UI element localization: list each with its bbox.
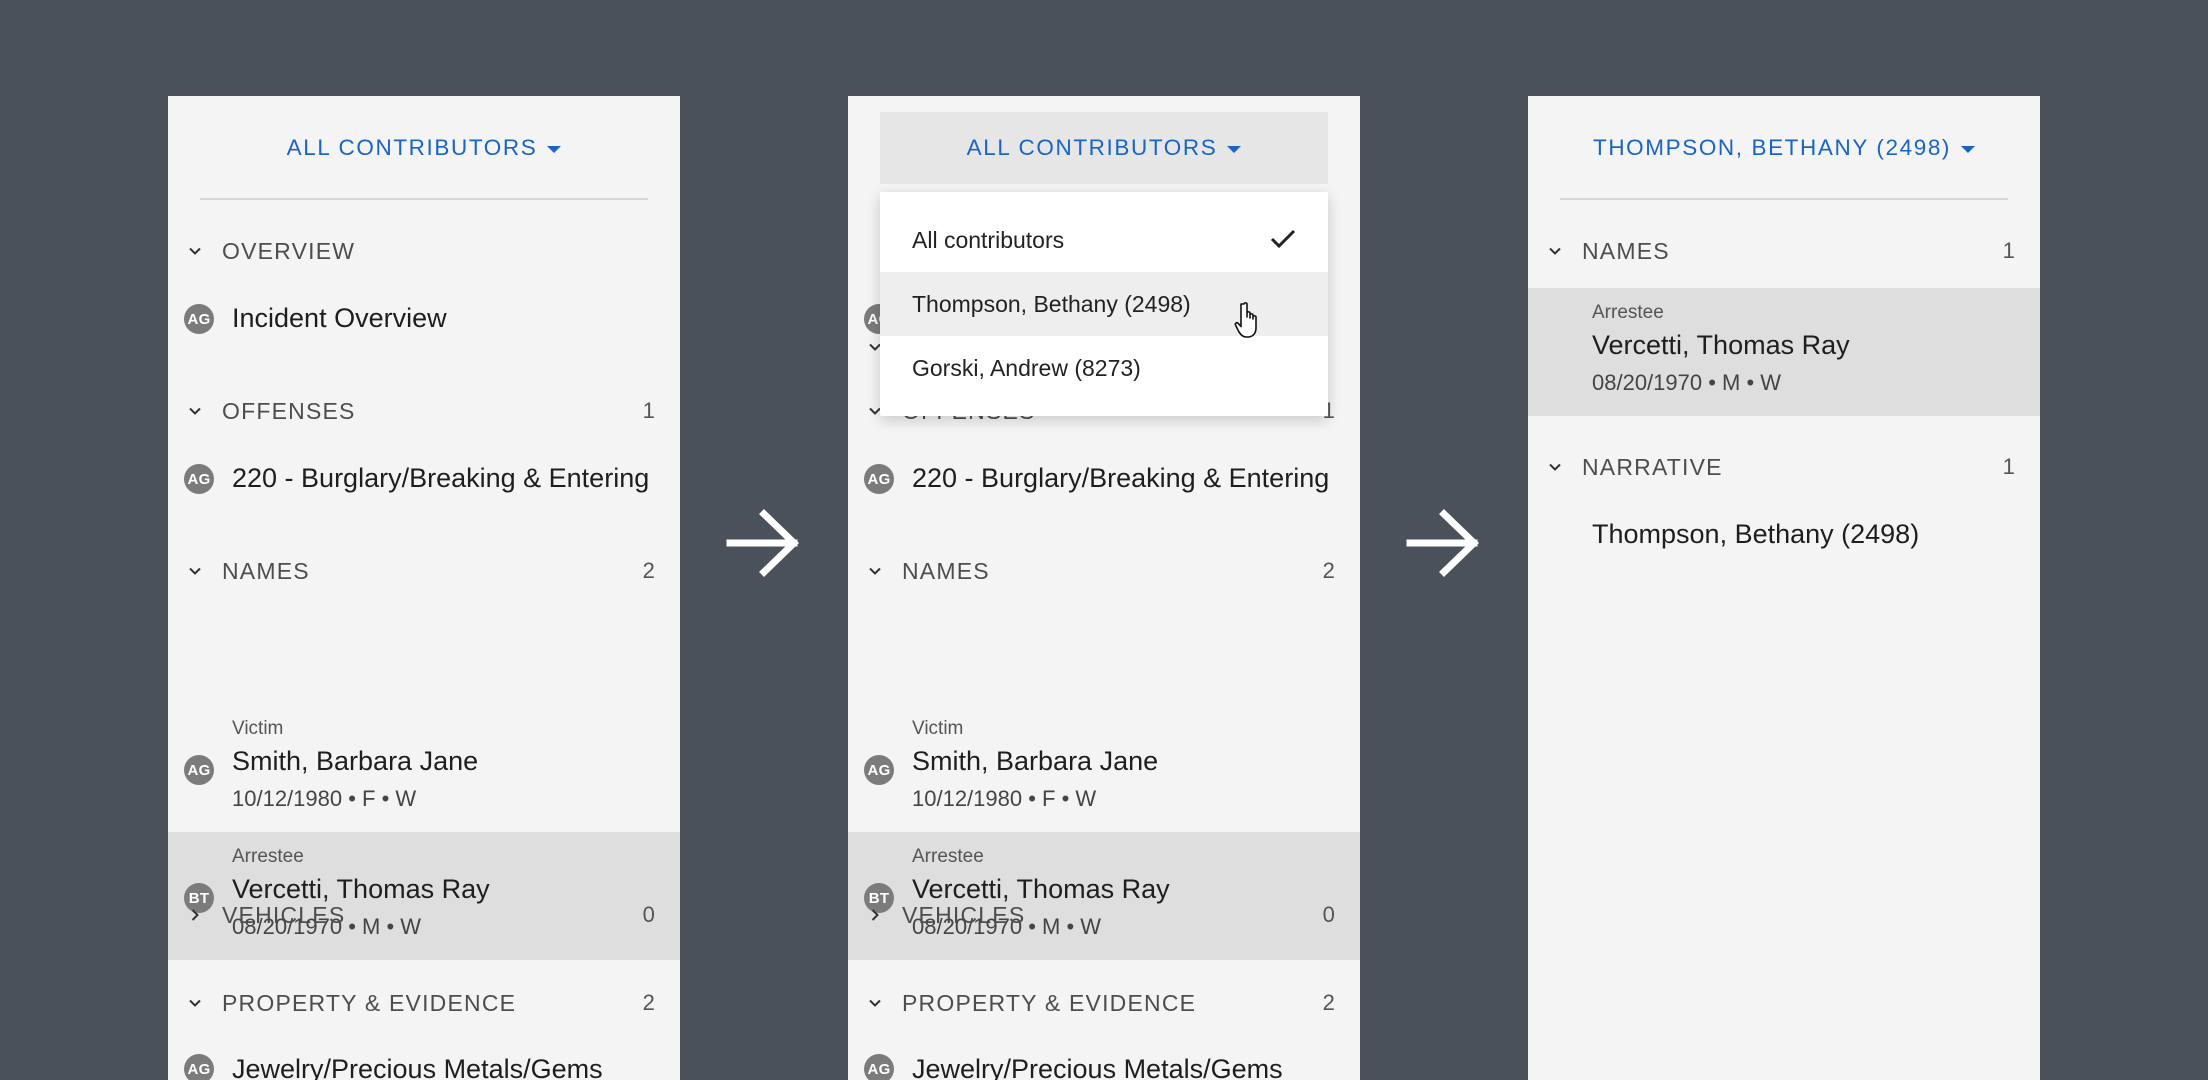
divider — [200, 198, 648, 200]
section-count: 2 — [1322, 558, 1336, 583]
contributor-filter-button[interactable]: ALL CONTRIBUTORS — [200, 112, 648, 184]
item-role: Arrestee — [912, 846, 984, 867]
item-title: 220 - Burglary/Breaking & Entering — [232, 463, 650, 493]
chevron-down-icon — [168, 995, 222, 1011]
section-header-vehicles[interactable]: VEHICLES 0 — [848, 895, 1360, 935]
section-count: 0 — [642, 902, 656, 927]
list-item-offense[interactable]: AG 220 - Burglary/Breaking & Entering — [168, 447, 680, 511]
avatar: AG — [864, 1054, 894, 1080]
table-row[interactable]: Victim AG Smith, Barbara Jane 10/12/1980… — [848, 704, 1360, 832]
item-title: Vercetti, Thomas Ray — [1592, 330, 1850, 360]
section-header-names[interactable]: NAMES 2 — [168, 551, 680, 591]
section-header-offenses[interactable]: OFFENSES 1 — [168, 391, 680, 431]
hand-pointer-icon — [1234, 302, 1257, 338]
caret-down-icon — [1961, 145, 1976, 153]
contributor-filter-label: ALL CONTRIBUTORS — [966, 135, 1218, 160]
item-role: Arrestee — [232, 846, 304, 867]
chevron-down-icon — [168, 403, 222, 419]
section-header-names[interactable]: NAMES 1 — [1528, 231, 2040, 271]
contributor-filter-label: THOMPSON, BETHANY (2498) — [1592, 135, 1952, 160]
chevron-down-icon — [848, 563, 902, 579]
list-item-narrative[interactable]: Thompson, Bethany (2498) — [1528, 503, 2040, 567]
chevron-down-icon — [1528, 243, 1582, 259]
arrow-right-icon — [726, 509, 800, 577]
item-meta: 10/12/1980 • F • W — [912, 786, 1097, 811]
item-title: Smith, Barbara Jane — [912, 746, 1159, 776]
section-count: 1 — [642, 398, 656, 423]
caret-down-icon — [547, 145, 562, 153]
section-title: OVERVIEW — [222, 237, 356, 264]
arrow-right-icon — [1406, 509, 1480, 577]
divider — [1560, 198, 2008, 200]
item-title: Smith, Barbara Jane — [232, 746, 479, 776]
section-header-property[interactable]: PROPERTY & EVIDENCE 2 — [168, 983, 680, 1023]
check-icon — [1270, 229, 1296, 249]
avatar: AG — [864, 464, 894, 494]
contributor-filter-button[interactable]: ALL CONTRIBUTORS — [880, 112, 1328, 184]
avatar: AG — [184, 755, 214, 785]
avatar: AG — [864, 755, 894, 785]
caret-down-icon — [1227, 145, 1242, 153]
list-item-incident-overview[interactable]: AG Incident Overview — [168, 287, 680, 351]
section-count: 2 — [1322, 990, 1336, 1015]
chevron-down-icon — [168, 563, 222, 579]
chevron-right-icon — [168, 907, 222, 923]
report-sidebar-all-contributors: ALL CONTRIBUTORS OVERVIEW AG Incident Ov… — [168, 96, 680, 1080]
item-role: Arrestee — [1592, 302, 1664, 323]
chevron-down-icon — [1528, 459, 1582, 475]
chevron-right-icon — [848, 907, 902, 923]
section-title: NAMES — [902, 557, 990, 584]
chevron-down-icon — [848, 995, 902, 1011]
item-role: Victim — [912, 718, 964, 739]
section-title: VEHICLES — [902, 901, 1026, 928]
section-title: NAMES — [222, 557, 310, 584]
table-row[interactable]: Arrestee Vercetti, Thomas Ray 08/20/1970… — [1528, 288, 2040, 416]
section-title: OFFENSES — [222, 397, 356, 424]
list-item-property[interactable]: AG Jewelry/Precious Metals/Gems — [168, 1043, 680, 1080]
dropdown-option-all-contributors[interactable]: All contributors — [880, 208, 1328, 272]
avatar: AG — [184, 304, 214, 334]
section-count: 0 — [1322, 902, 1336, 927]
item-title: Thompson, Bethany (2498) — [1592, 519, 1920, 549]
item-title: Jewelry/Precious Metals/Gems — [912, 1054, 1283, 1080]
list-item-property[interactable]: AG Jewelry/Precious Metals/Gems — [848, 1043, 1360, 1080]
section-header-property[interactable]: PROPERTY & EVIDENCE 2 — [848, 983, 1360, 1023]
section-title: NARRATIVE — [1582, 453, 1723, 480]
item-title: Incident Overview — [232, 303, 447, 333]
section-count: 2 — [642, 990, 656, 1015]
avatar: AG — [184, 464, 214, 494]
item-title: Jewelry/Precious Metals/Gems — [232, 1054, 603, 1080]
option-label: All contributors — [912, 226, 1065, 253]
section-title: VEHICLES — [222, 901, 346, 928]
section-title: PROPERTY & EVIDENCE — [222, 989, 517, 1016]
section-header-overview[interactable]: OVERVIEW — [168, 231, 680, 271]
item-meta: 08/20/1970 • M • W — [1592, 370, 1782, 395]
section-count: 1 — [2002, 238, 2016, 263]
dropdown-option-gorski[interactable]: Gorski, Andrew (8273) — [880, 336, 1328, 400]
section-title: NAMES — [1582, 237, 1670, 264]
section-header-names[interactable]: NAMES 2 — [848, 551, 1360, 591]
item-title: 220 - Burglary/Breaking & Entering — [912, 463, 1330, 493]
contributor-filter-button[interactable]: THOMPSON, BETHANY (2498) — [1560, 112, 2008, 184]
item-role: Victim — [232, 718, 284, 739]
option-label: Gorski, Andrew (8273) — [912, 354, 1141, 381]
section-header-narrative[interactable]: NARRATIVE 1 — [1528, 447, 2040, 487]
avatar: AG — [184, 1054, 214, 1080]
section-count: 1 — [2002, 454, 2016, 479]
chevron-down-icon — [168, 243, 222, 259]
report-sidebar-filtered: THOMPSON, BETHANY (2498) NAMES 1 Arreste… — [1528, 96, 2040, 1080]
section-header-vehicles[interactable]: VEHICLES 0 — [168, 895, 680, 935]
option-label: Thompson, Bethany (2498) — [912, 290, 1191, 317]
item-meta: 10/12/1980 • F • W — [232, 786, 417, 811]
section-count: 2 — [642, 558, 656, 583]
table-row[interactable]: Victim AG Smith, Barbara Jane 10/12/1980… — [168, 704, 680, 832]
contributor-filter-label: ALL CONTRIBUTORS — [286, 135, 538, 160]
list-item-offense[interactable]: AG 220 - Burglary/Breaking & Entering — [848, 447, 1360, 511]
section-title: PROPERTY & EVIDENCE — [902, 989, 1197, 1016]
